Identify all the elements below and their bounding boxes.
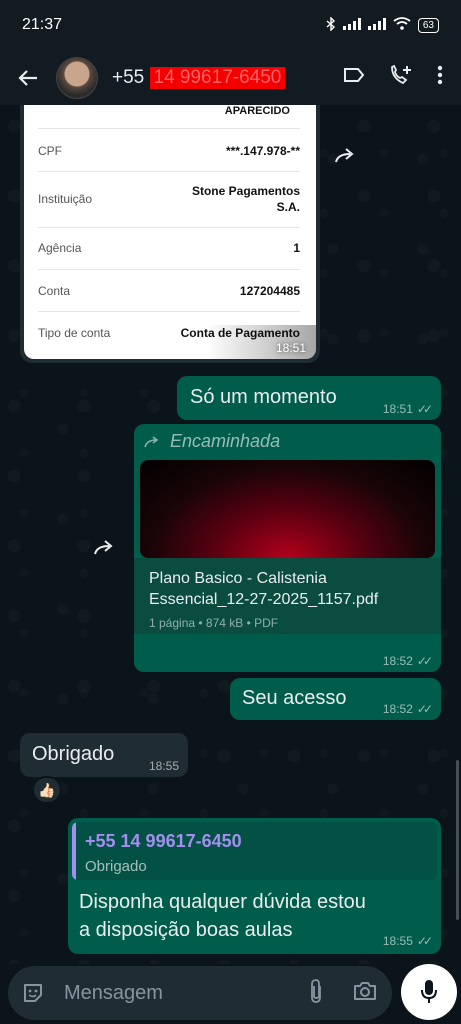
scrollbar[interactable]: [456, 760, 459, 920]
contact-number-redacted: 14 99617-6450: [149, 66, 286, 89]
outgoing-document-message[interactable]: Encaminhada Plano Basico - Calistenia Es…: [134, 424, 441, 672]
forwarded-header: Encaminhada: [144, 431, 280, 452]
forward-button[interactable]: [87, 530, 123, 566]
signal-icon-2: [367, 17, 386, 33]
sticker-icon[interactable]: [20, 980, 46, 1006]
status-bar: 21:37 63: [0, 0, 461, 50]
message-text: Seu acesso: [242, 687, 347, 709]
double-check-icon: ✓✓: [416, 654, 433, 668]
contact-name[interactable]: +55 14 99617-6450: [112, 66, 286, 89]
more-options-icon[interactable]: [437, 65, 443, 90]
receipt-label: Agência: [38, 241, 82, 255]
message-meta: 18:52 ✓✓: [382, 652, 433, 670]
message-text-line1: Disponha qualquer dúvida estou: [79, 891, 366, 913]
status-icons: 63: [326, 15, 439, 34]
attach-icon[interactable]: [308, 978, 324, 1009]
message-time: 18:55: [382, 934, 413, 948]
message-text: Obrigado: [32, 743, 115, 765]
message-meta: 18:52 ✓✓: [382, 700, 433, 718]
outgoing-reply-message[interactable]: +55 14 99617-6450 Obrigado Disponha qual…: [68, 818, 441, 954]
document-name: Plano Basico - Calistenia: [149, 570, 327, 587]
message-time: 18:51: [275, 341, 306, 355]
outgoing-message[interactable]: Seu acesso 18:52 ✓✓: [230, 678, 441, 720]
reaction-badge[interactable]: 👍🏻: [32, 776, 62, 804]
double-check-icon: ✓✓: [416, 934, 433, 948]
wifi-icon: [393, 17, 411, 33]
signal-icon: [342, 17, 361, 33]
header-actions: [343, 64, 461, 91]
double-check-icon: ✓✓: [416, 702, 433, 716]
label-icon[interactable]: [343, 67, 365, 88]
mic-button[interactable]: [401, 964, 457, 1020]
document-meta: 1 página • 874 kB • PDF: [149, 616, 279, 630]
incoming-message[interactable]: Obrigado 18:55: [20, 733, 188, 777]
receipt-label: Conta: [38, 284, 71, 298]
document-info[interactable]: Plano Basico - Calistenia Essencial_12-2…: [134, 558, 441, 634]
receipt-name-fragment: APARECIDO: [224, 105, 290, 117]
status-time: 21:37: [22, 16, 63, 33]
message-time: 18:52: [382, 702, 413, 716]
forwarded-icon: [144, 435, 159, 447]
forward-icon: [335, 148, 354, 163]
quote-accent-bar: [72, 822, 76, 880]
receipt-value: Stone Pagamentos S.A.: [191, 184, 300, 214]
message-meta: 18:51 ✓✓: [382, 400, 433, 418]
receipt-value: ***.147.978-**: [225, 144, 300, 158]
message-text: Só um momento: [190, 386, 337, 408]
bluetooth-icon: [326, 15, 336, 34]
message-input-box[interactable]: Mensagem: [8, 966, 392, 1020]
receipt-value: 1: [293, 241, 300, 255]
receipt-label: CPF: [38, 144, 62, 158]
quote-text: Obrigado: [85, 858, 147, 875]
forwarded-label: Encaminhada: [170, 431, 281, 451]
message-meta: 18:55 ✓✓: [382, 932, 433, 950]
quoted-message[interactable]: +55 14 99617-6450 Obrigado: [72, 822, 437, 880]
message-time: 18:51: [382, 402, 413, 416]
message-time: 18:55: [148, 759, 179, 773]
avatar[interactable]: [56, 56, 98, 99]
double-check-icon: ✓✓: [416, 402, 433, 416]
receipt-image[interactable]: APARECIDO CPF ***.147.978-** Instituição…: [24, 105, 316, 359]
receipt-label: Tipo de conta: [38, 326, 111, 340]
quote-author: +55 14 99617-6450: [85, 831, 242, 851]
camera-icon[interactable]: [352, 980, 378, 1007]
chat-header: +55 14 99617-6450: [0, 50, 461, 105]
receipt-label: Instituição: [38, 192, 93, 206]
message-text-line2: a disposição boas aulas: [79, 919, 293, 941]
document-thumbnail[interactable]: [140, 460, 435, 558]
back-button[interactable]: [0, 50, 56, 105]
outgoing-message[interactable]: Só um momento 18:51 ✓✓: [177, 376, 441, 420]
forward-button[interactable]: [328, 138, 364, 174]
forward-icon: [94, 540, 113, 555]
add-call-icon[interactable]: [389, 64, 413, 91]
contact-prefix: +55: [112, 66, 145, 88]
message-time: 18:52: [382, 654, 413, 668]
document-name-line2: Essencial_12-27-2025_1157.pdf: [149, 591, 379, 608]
battery-icon: 63: [417, 17, 439, 33]
arrow-left-icon: [18, 69, 37, 86]
message-placeholder[interactable]: Mensagem: [64, 982, 163, 1005]
composer: Mensagem: [0, 964, 461, 1024]
receipt-value: 127204485: [239, 284, 300, 298]
microphone-icon: [421, 980, 437, 1003]
